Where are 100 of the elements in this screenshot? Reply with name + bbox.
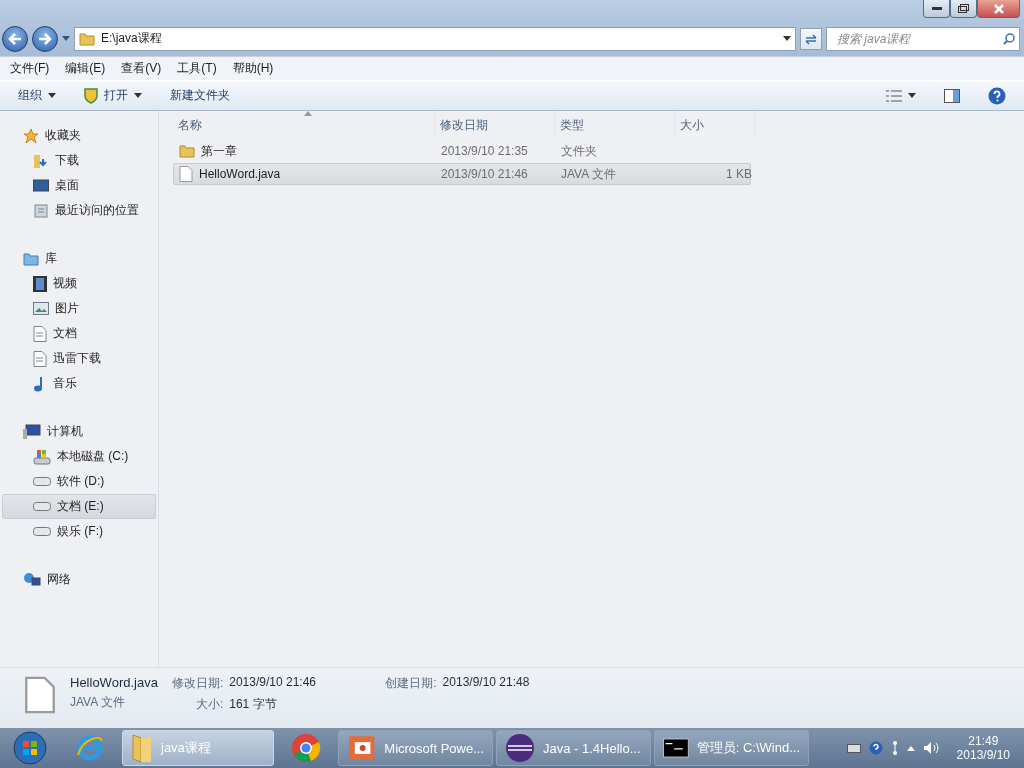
date-cell-text: 2013/9/10 21:46: [440, 167, 529, 181]
browser-e-icon: [75, 733, 105, 763]
drive-icon: [33, 502, 51, 511]
detail-label: 修改日期:: [171, 675, 224, 692]
toolbar-button[interactable]: 新建文件夹: [160, 84, 240, 107]
detail-label: 大小:: [194, 696, 224, 713]
sidebar-item[interactable]: 图片: [2, 296, 156, 321]
drive-icon: [33, 477, 51, 486]
detail-value: 2013/9/10 21:48: [442, 675, 530, 691]
network-status-icon: [890, 740, 899, 756]
detail-value: 2013/9/10 21:46: [229, 675, 317, 691]
minimize-button[interactable]: [923, 0, 950, 18]
speaker-icon: [922, 741, 939, 755]
back-button[interactable]: [2, 25, 28, 52]
picture-icon: [33, 302, 49, 315]
sidebar-item[interactable]: 软件 (D:): [2, 469, 156, 494]
slides-icon: [347, 734, 377, 762]
maximize-button[interactable]: [950, 0, 977, 18]
detail-value: 161 字节: [229, 696, 278, 713]
list-view-icon: [886, 89, 902, 102]
sidebar-item[interactable]: 桌面: [2, 173, 156, 198]
help-icon: [868, 741, 883, 755]
star-icon: [23, 127, 39, 144]
desktop-icon: [33, 178, 49, 193]
file-row[interactable]: 第一章 2013/9/10 21:35 文件夹: [173, 140, 751, 162]
refresh-button[interactable]: [800, 27, 822, 50]
toolbar-button[interactable]: 打开: [74, 84, 152, 107]
drive-icon: [33, 527, 51, 536]
file-name: HelloWord.java: [70, 675, 158, 690]
sidebar-item[interactable]: 娱乐 (F:): [2, 519, 156, 544]
column-header[interactable]: 修改日期: [435, 111, 555, 139]
document-icon: [33, 350, 47, 367]
column-header[interactable]: 名称: [173, 111, 435, 139]
clock-date: 2013/9/10: [956, 748, 1010, 762]
sidebar-item[interactable]: 视频: [2, 271, 156, 296]
file-icon: [179, 166, 193, 182]
size-cell-text: 1 KB: [725, 167, 753, 181]
keyboard-icon: [846, 743, 861, 753]
console-icon: [663, 737, 689, 759]
date-cell-text: 2013/9/10 21:35: [440, 144, 529, 158]
eclipse-icon: [505, 733, 535, 763]
menu-item[interactable]: 编辑(E): [57, 60, 114, 77]
sidebar-item[interactable]: 下载: [2, 148, 156, 173]
address-path: E:\java课程: [101, 30, 163, 47]
type-cell-text: JAVA 文件: [560, 165, 617, 183]
sidebar-item[interactable]: 音乐: [2, 371, 156, 396]
chrome-icon: [291, 733, 321, 763]
caret-icon: [783, 36, 791, 41]
detail-label: 创建日期:: [385, 675, 437, 692]
sidebar-item[interactable]: 文档 (E:): [2, 494, 156, 519]
folder-icon: [179, 143, 195, 159]
help-icon: [988, 86, 1006, 105]
close-button[interactable]: [977, 0, 1020, 18]
sidebar-item[interactable]: 最近访问的位置: [2, 198, 156, 223]
system-drive-icon: [33, 448, 51, 465]
close-icon: [993, 3, 1004, 14]
caret-icon: [48, 93, 56, 98]
column-header[interactable]: 大小: [675, 111, 755, 139]
library-icon: [23, 251, 39, 266]
menu-item[interactable]: 文件(F): [2, 60, 58, 77]
search-icon: [1003, 32, 1015, 45]
sidebar-group[interactable]: 收藏夹: [2, 123, 156, 148]
file-row[interactable]: HelloWord.java 2013/9/10 21:46 JAVA 文件 1 KB: [173, 163, 751, 185]
left-arrow-icon: [8, 32, 22, 45]
sidebar-group[interactable]: 计算机: [2, 419, 156, 444]
menu-item[interactable]: 查看(V): [113, 60, 170, 77]
column-header[interactable]: 类型: [555, 111, 675, 139]
show-hidden-icons-icon: [906, 745, 915, 751]
sidebar-item[interactable]: 文档: [2, 321, 156, 346]
restore-icon: [958, 4, 969, 13]
sidebar-group[interactable]: 网络: [2, 567, 156, 592]
address-field[interactable]: E:\java课程: [74, 26, 796, 51]
clock-time: 21:49: [968, 734, 999, 748]
refresh-arrows-icon: [804, 31, 818, 46]
menu-item[interactable]: 帮助(H): [224, 60, 282, 77]
file-type: JAVA 文件: [70, 694, 126, 711]
folder-icon: [131, 733, 153, 763]
pane-icon: [944, 88, 960, 103]
sidebar-item[interactable]: 本地磁盘 (C:): [2, 444, 156, 469]
forward-button[interactable]: [32, 25, 58, 52]
film-icon: [33, 275, 47, 292]
folder-icon: [79, 30, 95, 47]
search-box[interactable]: 搜索 java课程: [826, 26, 1020, 51]
toolbar-button[interactable]: 组织: [8, 84, 66, 107]
recent-places-icon: [33, 202, 49, 219]
sort-arrow-icon: [303, 111, 312, 116]
search-input[interactable]: 搜索 java课程: [835, 30, 1003, 47]
minimize-icon: [931, 7, 942, 10]
sidebar-item[interactable]: 迅雷下载: [2, 346, 156, 371]
download-folder-icon: [33, 152, 49, 169]
start-orb-icon: [13, 731, 47, 765]
right-arrow-icon: [38, 32, 52, 45]
caret-icon: [62, 36, 70, 41]
document-icon: [33, 325, 47, 342]
sidebar-group[interactable]: 库: [2, 246, 156, 271]
network-icon: [23, 571, 41, 588]
menu-item[interactable]: 工具(T): [169, 60, 225, 77]
shield-icon: [84, 87, 98, 104]
type-cell-text: 文件夹: [560, 142, 598, 160]
computer-icon: [23, 423, 41, 440]
